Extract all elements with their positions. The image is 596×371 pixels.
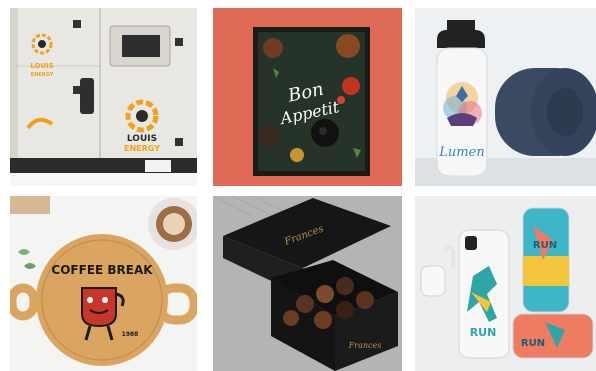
gallery-tile-water-bottle[interactable]: Lumen	[415, 8, 596, 186]
board-year: 1988	[122, 331, 139, 338]
chocolate-box-image: Frances Frances	[213, 196, 402, 371]
serving-board-image: COFFEE BREAK 1988	[10, 196, 197, 371]
gallery-tile-poster[interactable]: Bon Appetit	[213, 8, 402, 186]
generator-brand-line2: ENERGY	[31, 72, 54, 78]
generator-brand-line2-large: ENERGY	[124, 144, 160, 153]
box-drawer-brand: Frances	[348, 341, 382, 350]
bottle-brand: Lumen	[438, 145, 484, 160]
gallery-tile-chocolate-box[interactable]: Frances Frances	[213, 196, 402, 371]
case3-text: RUN	[521, 338, 545, 349]
board-title: COFFEE BREAK	[51, 263, 153, 277]
generator-brand-line1-large: LOUIS	[127, 134, 157, 144]
water-bottle-image: Lumen	[415, 8, 596, 186]
case2-text: RUN	[533, 240, 557, 251]
gallery-tile-generator[interactable]: LOUIS ENERGY LOUIS ENERGY	[10, 8, 197, 186]
case1-text: RUN	[470, 326, 497, 339]
phone-cases-image: RUN RUN RUN	[415, 196, 596, 371]
gallery-tile-phone-cases[interactable]: RUN RUN RUN	[415, 196, 596, 371]
poster-image: Bon Appetit	[213, 8, 402, 186]
gallery-tile-serving-board[interactable]: COFFEE BREAK 1988	[10, 196, 197, 371]
generator-brand-line1: LOUIS	[30, 62, 54, 70]
generator-image: LOUIS ENERGY LOUIS ENERGY	[10, 8, 197, 186]
